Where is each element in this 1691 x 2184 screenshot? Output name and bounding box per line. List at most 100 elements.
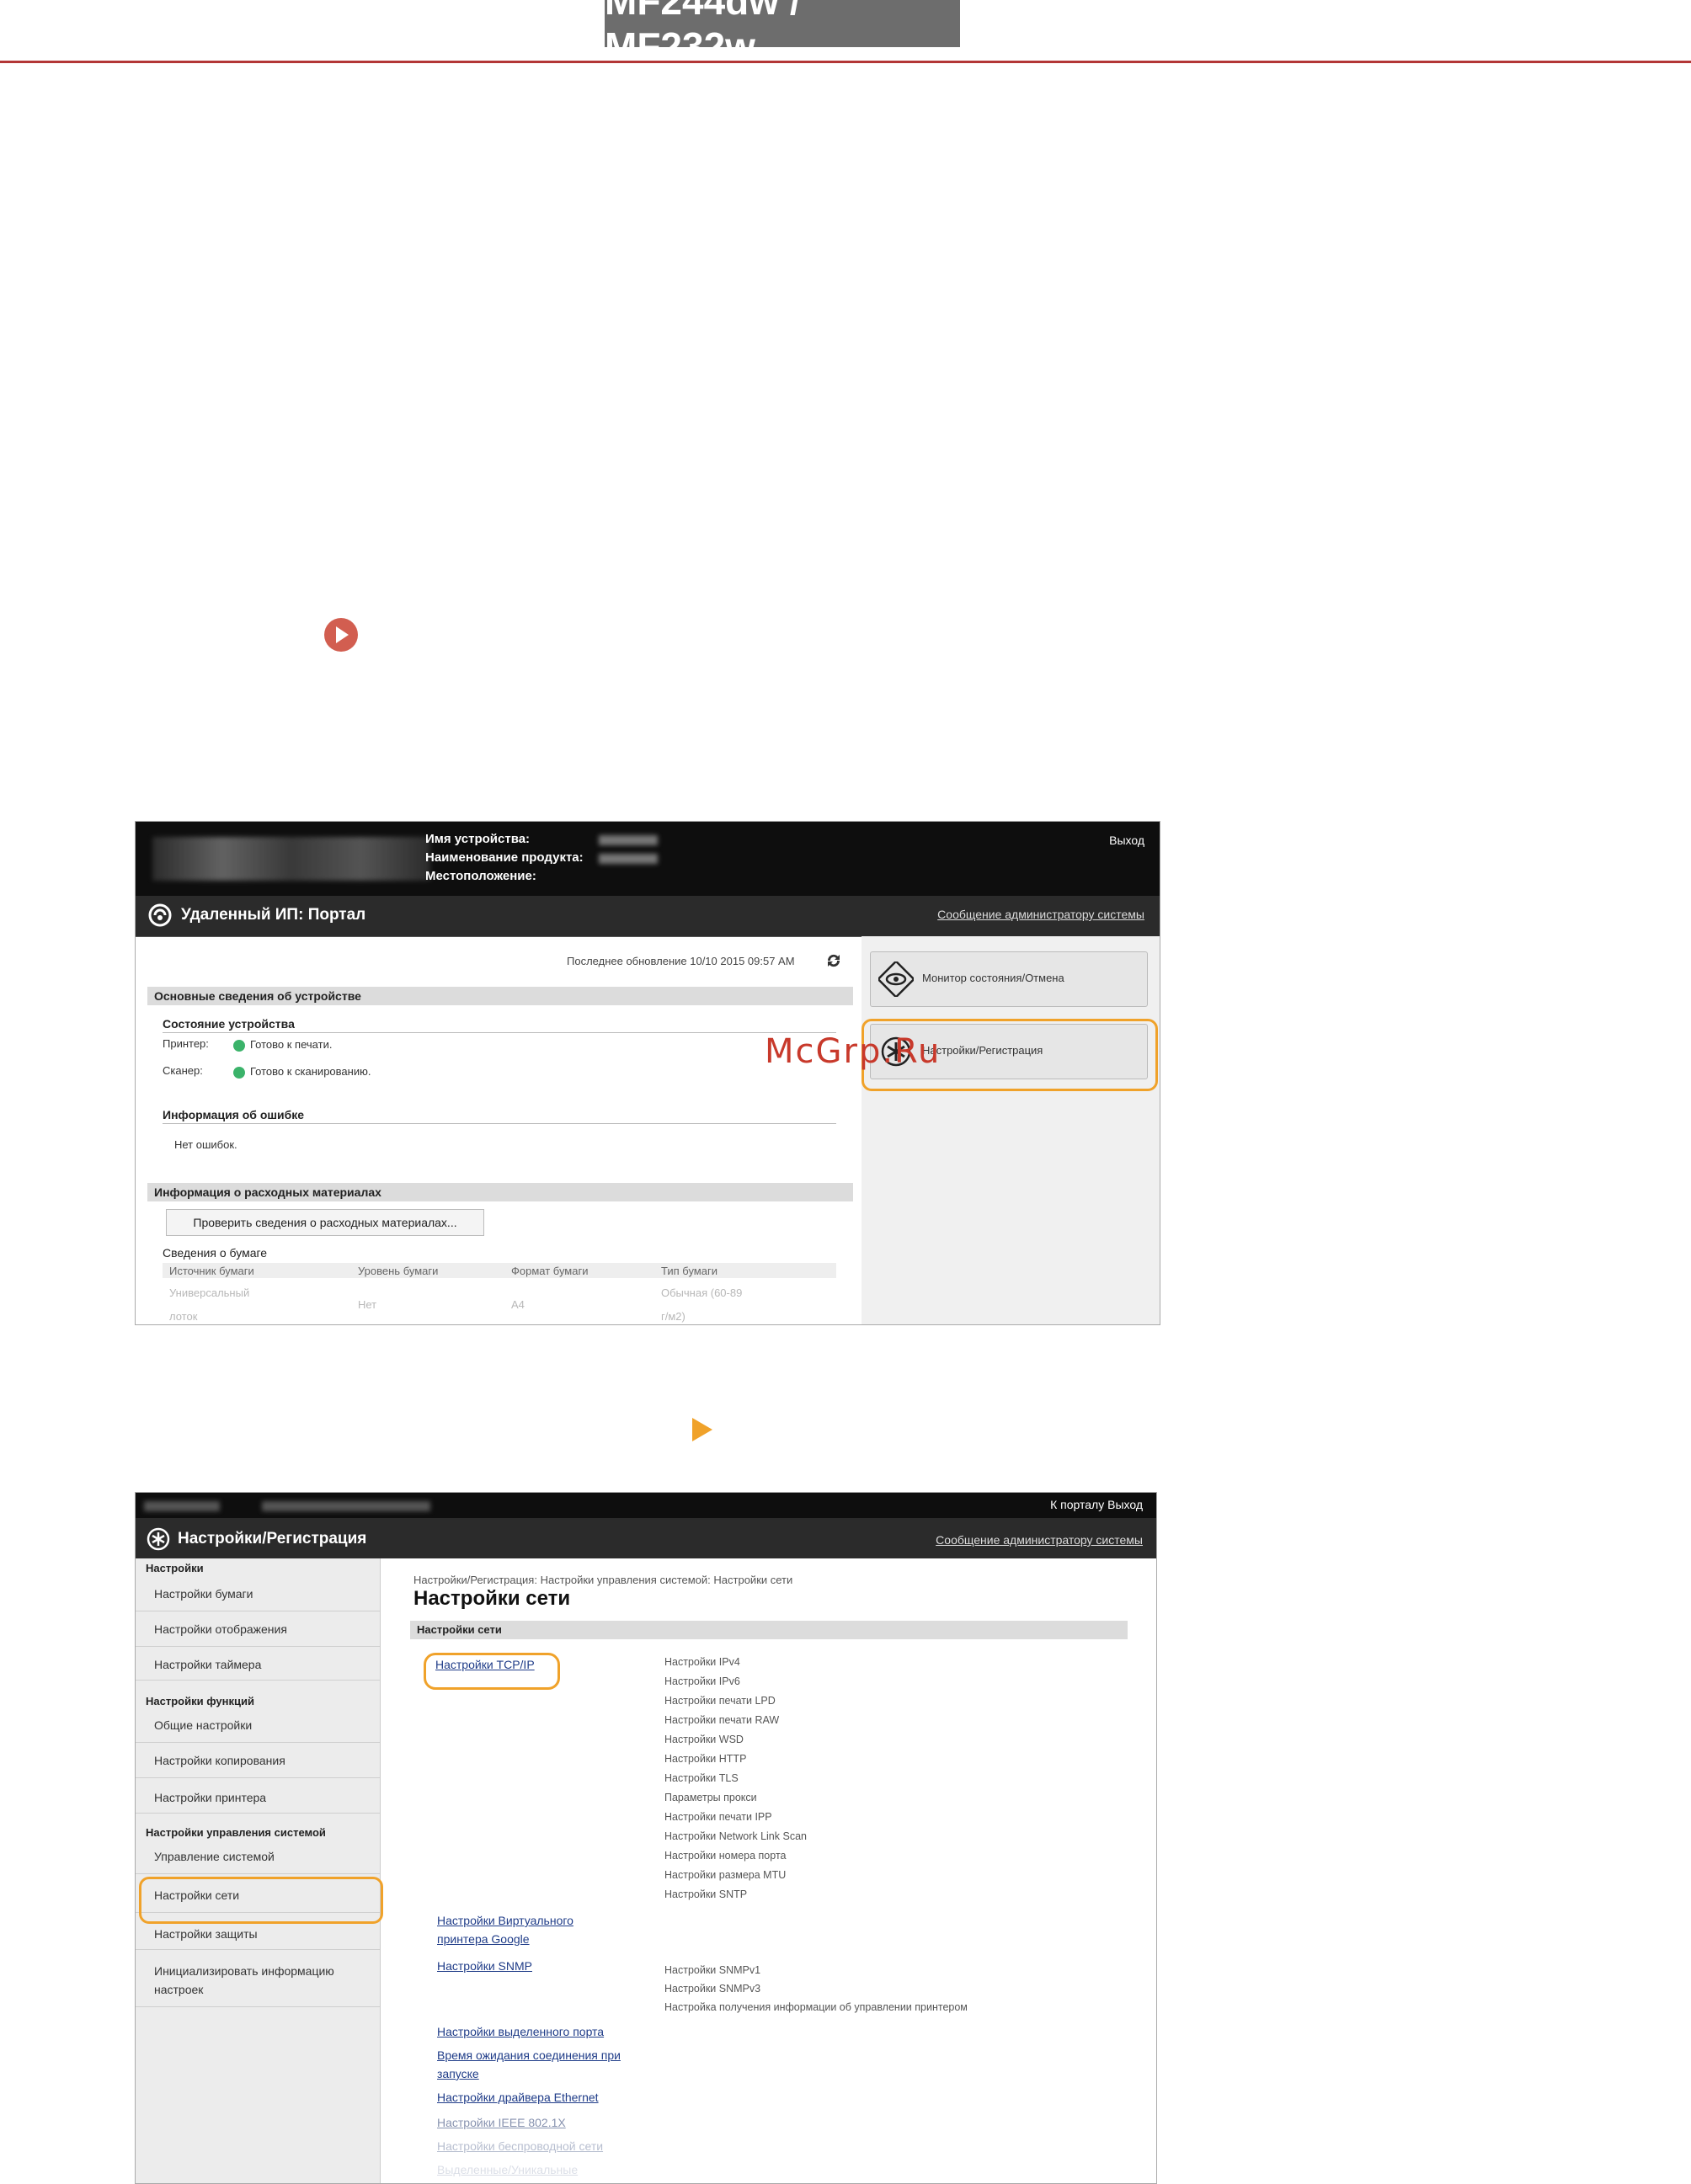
portal-icon <box>148 903 172 927</box>
last-updated-text: Последнее обновление 10/10 2015 09:57 AM <box>567 955 795 967</box>
sidebar-item-display[interactable]: Настройки отображения <box>154 1622 287 1636</box>
settings-sidebar <box>136 1558 381 2183</box>
tcpip-sub-item: Настройки IPv6 <box>664 1675 740 1687</box>
paper-level-header: Уровень бумаги <box>358 1265 439 1277</box>
logout-link[interactable]: Выход <box>1109 834 1144 847</box>
tcpip-sub-item: Настройки печати IPP <box>664 1811 772 1823</box>
paper-source-cell: Универсальный <box>169 1286 250 1299</box>
google-printer-link-line2[interactable]: принтера Google <box>437 1932 530 1946</box>
settings-screenshot: К порталу Выход Настройки/Регистрация Со… <box>135 1492 1157 2184</box>
breadcrumb: Настройки/Регистрация: Настройки управле… <box>413 1574 793 1586</box>
watermark: McGrp.Ru <box>765 1032 942 1071</box>
tcpip-highlight <box>424 1653 560 1690</box>
paper-size-header: Формат бумаги <box>511 1265 589 1277</box>
tcpip-sub-item: Настройки Network Link Scan <box>664 1830 807 1842</box>
location-label: Местоположение: <box>425 869 536 883</box>
error-info-heading: Информация об ошибке <box>163 1108 305 1121</box>
scanner-status-icon <box>233 1067 245 1079</box>
portal-screenshot: Имя устройства: Наименование продукта: М… <box>135 821 1160 1325</box>
tcpip-sub-item: Настройки печати LPD <box>664 1695 776 1707</box>
sidebar-item-general[interactable]: Общие настройки <box>154 1718 252 1732</box>
refresh-icon[interactable] <box>824 951 843 970</box>
snmp-settings-link[interactable]: Настройки SNMP <box>437 1959 532 1973</box>
sidebar-category-functions: Настройки функций <box>146 1695 254 1707</box>
basic-info-header: Основные сведения об устройстве <box>147 987 853 1005</box>
page-title: Настройки сети <box>413 1587 571 1610</box>
startup-wait-link[interactable]: Время ожидания соединения при <box>437 2048 621 2062</box>
divider <box>136 2006 380 2007</box>
wireless-settings-link[interactable]: Настройки беспроводной сети <box>437 2139 603 2153</box>
divider <box>136 1680 380 1681</box>
product-name-value <box>599 854 658 864</box>
sidebar-item-printer[interactable]: Настройки принтера <box>154 1791 266 1804</box>
ethernet-driver-link[interactable]: Настройки драйвера Ethernet <box>437 2091 599 2104</box>
tcpip-sub-item: Настройки WSD <box>664 1734 744 1745</box>
tcpip-sub-item: Настройки номера порта <box>664 1850 787 1862</box>
paper-type-header: Тип бумаги <box>661 1265 717 1277</box>
divider <box>136 1646 380 1647</box>
scanner-label: Сканер: <box>163 1064 203 1077</box>
device-info-blurred <box>144 1501 220 1511</box>
sidebar-item-paper[interactable]: Настройки бумаги <box>154 1587 253 1601</box>
snmpv3-text: Настройки SNMPv3 <box>664 1983 761 1995</box>
settings-icon <box>147 1527 170 1551</box>
settings-title: Настройки/Регистрация <box>178 1530 367 1547</box>
divider <box>163 1123 836 1124</box>
divider <box>136 1777 380 1778</box>
paper-source-header: Источник бумаги <box>169 1265 254 1277</box>
header-rule <box>0 61 1691 63</box>
tcpip-sub-item: Параметры прокси <box>664 1792 757 1803</box>
link-arrow-icon[interactable] <box>324 618 358 652</box>
scanner-status: Готово к сканированию. <box>250 1065 371 1078</box>
device-name-value <box>599 835 658 845</box>
divider <box>136 1813 380 1814</box>
network-highlight <box>139 1877 383 1924</box>
divider <box>163 1032 836 1033</box>
device-name-label: Имя устройства: <box>425 832 531 846</box>
cutoff-link[interactable]: Выделенные/Уникальные <box>437 2163 578 2176</box>
divider <box>136 1873 380 1874</box>
divider <box>136 1742 380 1743</box>
dedicated-port-link[interactable]: Настройки выделенного порта <box>437 2025 604 2038</box>
google-printer-link[interactable]: Настройки Виртуального <box>437 1914 573 1927</box>
ieee8021x-link[interactable]: Настройки IEEE 802.1X <box>437 2116 566 2129</box>
printer-management-info-text: Настройка получения информации об управл… <box>664 2001 968 2013</box>
paper-info-heading: Сведения о бумаге <box>163 1246 268 1260</box>
sidebar-item-initialize-line2[interactable]: настроек <box>154 1983 203 1996</box>
admin-message-link[interactable]: Сообщение администратору системы <box>936 1533 1143 1547</box>
divider <box>136 1949 380 1950</box>
device-status-heading: Состояние устройства <box>163 1017 295 1031</box>
paper-type-cell: Обычная (60-89 <box>661 1286 743 1299</box>
device-info-blurred-2 <box>262 1501 430 1511</box>
printer-status-icon <box>233 1040 245 1052</box>
sidebar-item-copy[interactable]: Настройки копирования <box>154 1754 285 1767</box>
paper-size-cell: A4 <box>511 1298 525 1311</box>
tcpip-sub-item: Настройки IPv4 <box>664 1656 740 1668</box>
sidebar-item-timer[interactable]: Настройки таймера <box>154 1658 261 1671</box>
tcpip-sub-item: Настройки размера MTU <box>664 1869 787 1881</box>
admin-message-link[interactable]: Сообщение администратору системы <box>937 908 1144 921</box>
startup-wait-link-line2[interactable]: запуске <box>437 2067 479 2080</box>
portal-logout-links[interactable]: К порталу Выход <box>1050 1498 1143 1511</box>
brand-logo <box>152 837 430 881</box>
tcpip-sub-item: Настройки печати RAW <box>664 1714 780 1726</box>
printer-status: Готово к печати. <box>250 1038 333 1051</box>
network-section-header: Настройки сети <box>410 1621 1128 1639</box>
paper-type-cell-2: г/м2) <box>661 1310 685 1323</box>
sidebar-item-initialize[interactable]: Инициализировать информацию <box>154 1964 334 1978</box>
paper-source-cell-2: лоток <box>169 1310 198 1323</box>
sidebar-item-system-management[interactable]: Управление системой <box>154 1850 275 1863</box>
tcpip-sub-item: Настройки TLS <box>664 1772 739 1784</box>
check-consumables-button[interactable]: Проверить сведения о расходных материала… <box>166 1209 484 1236</box>
product-name-label: Наименование продукта: <box>425 850 584 865</box>
sidebar-category-settings: Настройки <box>146 1562 204 1574</box>
portal-title: Удаленный ИП: Портал <box>181 906 366 924</box>
consumables-header: Информация о расходных материалах <box>147 1183 853 1201</box>
eye-icon <box>878 961 914 997</box>
tcpip-sub-item: Настройки HTTP <box>664 1753 747 1765</box>
tcpip-sub-item: Настройки SNTP <box>664 1888 748 1900</box>
paper-level-cell: Нет <box>358 1298 377 1311</box>
no-errors-text: Нет ошибок. <box>174 1138 237 1151</box>
sidebar-item-security[interactable]: Настройки защиты <box>154 1927 258 1941</box>
sidebar-category-system: Настройки управления системой <box>146 1826 326 1839</box>
